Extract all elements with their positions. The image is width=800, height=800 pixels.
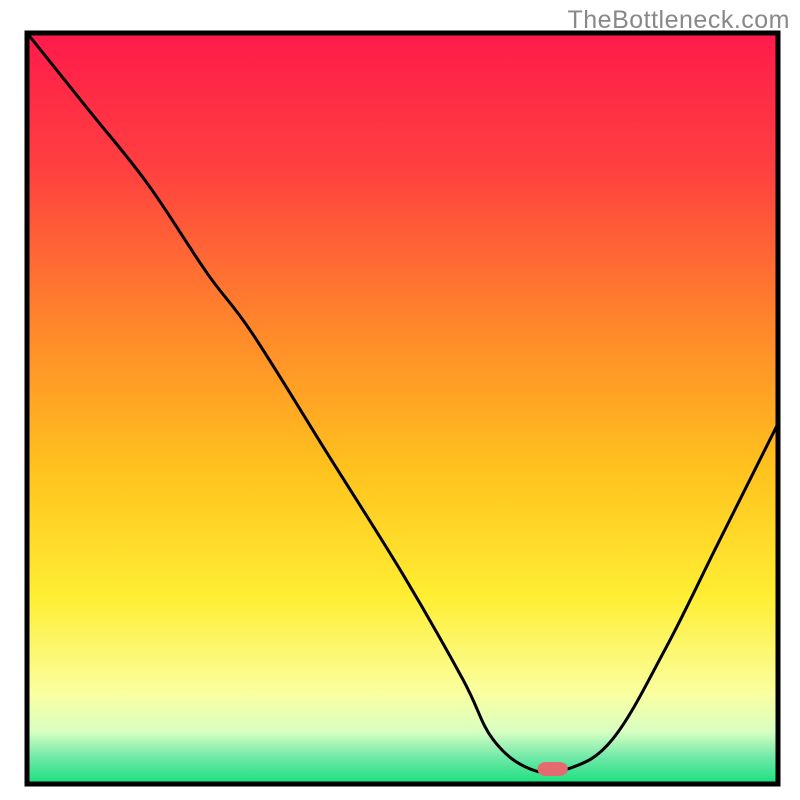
bottleneck-chart	[0, 0, 800, 800]
watermark-text: TheBottleneck.com	[568, 6, 791, 35]
optimal-point-marker	[538, 762, 568, 776]
chart-stage: TheBottleneck.com	[0, 0, 800, 800]
gradient-background	[27, 33, 778, 784]
